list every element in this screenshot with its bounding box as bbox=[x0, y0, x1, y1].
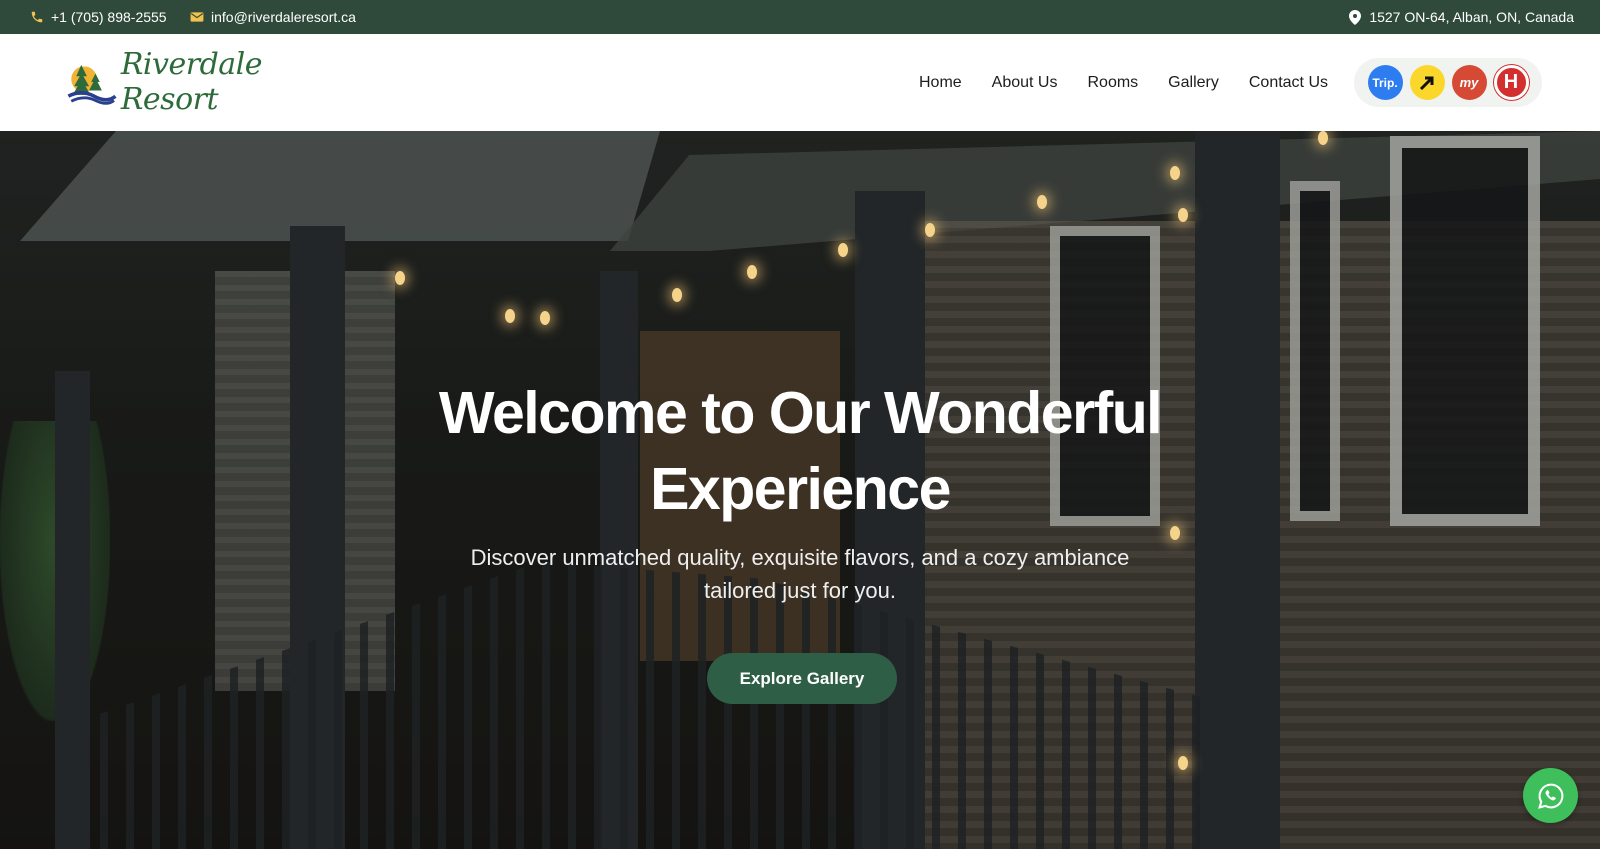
hero-subtitle-line2: tailored just for you. bbox=[704, 578, 896, 603]
hero-subtitle-line1: Discover unmatched quality, exquisite fl… bbox=[470, 545, 1130, 570]
logo[interactable]: Riverdale Resort bbox=[67, 47, 297, 117]
hotels-com-icon[interactable]: H bbox=[1493, 65, 1529, 100]
hero-title-line2: Experience bbox=[650, 456, 951, 522]
site-header: Riverdale Resort Home About Us Rooms Gal… bbox=[0, 34, 1600, 131]
phone-text: +1 (705) 898-2555 bbox=[51, 9, 167, 25]
email-link[interactable]: info@riverdaleresort.ca bbox=[189, 0, 356, 34]
whatsapp-icon bbox=[1537, 783, 1563, 809]
explore-gallery-button[interactable]: Explore Gallery bbox=[707, 653, 897, 704]
nav-gallery[interactable]: Gallery bbox=[1168, 74, 1219, 92]
nav-contact-us[interactable]: Contact Us bbox=[1249, 74, 1328, 92]
main-nav: Home About Us Rooms Gallery Contact Us bbox=[889, 34, 1328, 131]
top-contact-bar: +1 (705) 898-2555 info@riverdaleresort.c… bbox=[0, 0, 1600, 34]
address-text: 1527 ON-64, Alban, ON, Canada bbox=[1369, 9, 1574, 25]
hero-subtitle: Discover unmatched quality, exquisite fl… bbox=[400, 541, 1200, 607]
logo-emblem bbox=[67, 64, 117, 105]
map-pin-icon bbox=[1347, 9, 1362, 25]
hero-content: Welcome to Our Wonderful Experience Disc… bbox=[0, 131, 1600, 849]
whatsapp-button[interactable] bbox=[1523, 768, 1578, 823]
hero-title-line1: Welcome to Our Wonderful bbox=[438, 380, 1163, 446]
logo-wordmark: Riverdale Resort bbox=[120, 47, 263, 117]
makemytrip-icon[interactable]: my bbox=[1451, 65, 1487, 100]
trip-com-icon[interactable]: Trip. bbox=[1367, 65, 1403, 100]
email-text: info@riverdaleresort.ca bbox=[211, 9, 356, 25]
nav-about-us[interactable]: About Us bbox=[992, 74, 1058, 92]
phone-icon bbox=[29, 10, 44, 25]
phone-link[interactable]: +1 (705) 898-2555 bbox=[29, 0, 167, 34]
hero-section: Welcome to Our Wonderful Experience Disc… bbox=[0, 131, 1600, 849]
address-link[interactable]: 1527 ON-64, Alban, ON, Canada bbox=[1347, 0, 1574, 34]
booking-partners: Trip. my H bbox=[1354, 58, 1542, 107]
nav-rooms[interactable]: Rooms bbox=[1087, 74, 1138, 92]
expedia-icon[interactable] bbox=[1409, 65, 1445, 100]
hero-title: Welcome to Our Wonderful Experience bbox=[300, 375, 1300, 527]
mail-icon bbox=[189, 10, 204, 25]
nav-home[interactable]: Home bbox=[919, 74, 962, 92]
